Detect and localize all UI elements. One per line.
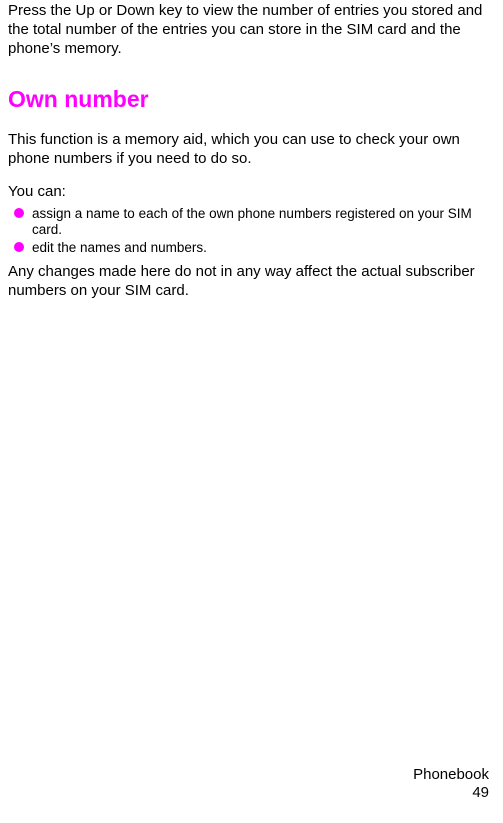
list-item: assign a name to each of the own phone n… xyxy=(8,206,495,240)
you-can-label: You can: xyxy=(8,183,495,202)
footer-section-name: Phonebook xyxy=(413,766,489,785)
list-item-text: assign a name to each of the own phone n… xyxy=(32,206,472,238)
bullet-icon xyxy=(14,242,24,252)
feature-list: assign a name to each of the own phone n… xyxy=(8,206,495,258)
closing-paragraph: Any changes made here do not in any way … xyxy=(8,263,495,301)
manual-page: Press the Up or Down key to view the num… xyxy=(0,0,503,823)
page-footer: Phonebook 49 xyxy=(413,766,489,804)
heading-description: This function is a memory aid, which you… xyxy=(8,131,495,169)
list-item: edit the names and numbers. xyxy=(8,240,495,257)
footer-page-number: 49 xyxy=(413,784,489,803)
section-heading-own-number: Own number xyxy=(8,86,495,113)
list-item-text: edit the names and numbers. xyxy=(32,240,207,255)
intro-paragraph: Press the Up or Down key to view the num… xyxy=(8,2,495,58)
bullet-icon xyxy=(14,208,24,218)
